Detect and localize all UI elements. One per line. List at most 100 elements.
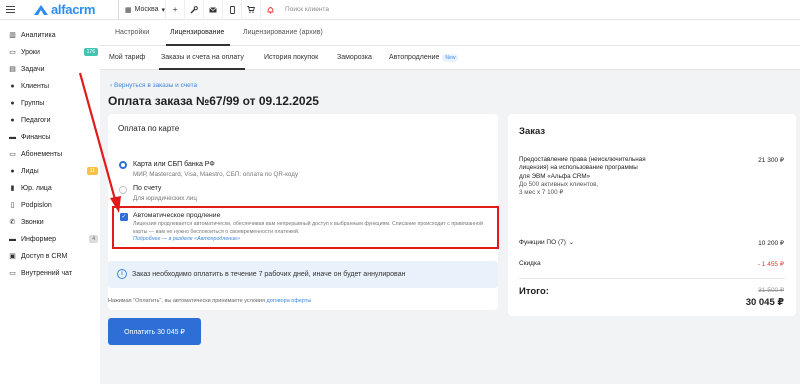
cart-icon[interactable] (241, 0, 260, 20)
sidebar-item-leads[interactable]: ● Лиды 11 (8, 164, 100, 178)
auto-renewal-description: Лицензия продлевается автоматически, обе… (133, 221, 483, 235)
new-badge: New (442, 54, 459, 62)
tab-orders-invoices[interactable]: Заказы и счета на оплату (161, 54, 244, 61)
menu-icon[interactable] (0, 5, 20, 14)
leads-icon: ● (10, 167, 15, 175)
oferta-text: Нажимая "Оплатить", вы автоматически при… (108, 298, 265, 304)
back-link[interactable]: ‹ Вернуться в заказы и счета (110, 82, 197, 89)
subscriptions-icon: ▭ (9, 151, 16, 158)
top-bar: alfacrm ▦ Москва ▾ + Поиск клиента (0, 0, 800, 20)
leads-count-badge: 11 (86, 167, 98, 175)
sidebar-item-label: Педагоги (21, 116, 51, 124)
sidebar-item-internal-chat[interactable]: ▭ Внутренний чат (8, 266, 100, 280)
invoice-option-subtitle: Для юридических лиц (133, 195, 197, 202)
sidebar-item-groups[interactable]: ● Группы (8, 96, 100, 110)
sidebar-item-informer[interactable]: ▬ Информер 4 (8, 232, 100, 246)
tab-my-plan[interactable]: Мой тариф (109, 54, 145, 61)
tab-licensing-archive[interactable]: Лицензирование (архив) (243, 29, 323, 36)
secondary-tabs: Мой тариф Заказы и счета на оплату Истор… (100, 46, 800, 70)
sidebar-item-label: Аналитика (21, 31, 56, 39)
page-title: Оплата заказа №67/99 от 09.12.2025 (108, 94, 319, 108)
wrench-icon[interactable] (184, 0, 203, 20)
logo-mark (34, 4, 48, 15)
back-link-label: Вернуться в заказы и счета (113, 82, 198, 89)
groups-icon: ● (10, 99, 15, 107)
order-item-detail: До 500 активных клиентов, (519, 180, 599, 188)
sidebar-item-lessons[interactable]: ▭ Уроки 176 (8, 45, 100, 59)
primary-tabs: Настройки Лицензирование Лицензирование … (100, 20, 800, 46)
chat-icon: ▭ (9, 270, 16, 277)
sidebar-item-label: Звонки (21, 218, 44, 226)
teachers-icon: ● (10, 116, 15, 124)
oferta-link[interactable]: договора оферты (267, 298, 312, 304)
active-subtab-underline (159, 68, 245, 70)
sidebar-item-label: Абонементы (21, 150, 63, 158)
sidebar-item-label: Группы (21, 99, 45, 107)
sidebar-item-label: Задачи (21, 65, 45, 73)
order-item-amount: 21 300 ₽ (758, 157, 784, 164)
sidebar-item-tasks[interactable]: ▤ Задачи (8, 62, 100, 76)
logo-text: alfacrm (51, 2, 96, 17)
search-input[interactable]: Поиск клиента (285, 6, 329, 13)
add-icon[interactable]: + (165, 0, 184, 20)
tab-settings[interactable]: Настройки (115, 29, 149, 36)
card-option-title: Карта или СБП банка РФ (133, 161, 215, 168)
phone-icon[interactable] (222, 0, 241, 20)
card-option-subtitle: МИР, Mastercard, Visa, Maestro, СБП: опл… (133, 171, 299, 178)
functions-label: Функции ПО (7) (519, 239, 566, 246)
sidebar-item-subscriptions[interactable]: ▭ Абонементы (8, 147, 100, 161)
sidebar-item-label: Уроки (21, 48, 40, 56)
city-selector[interactable]: ▦ Москва ▾ (118, 0, 165, 20)
legal-entities-icon: ▮ (10, 185, 15, 192)
sidebar-item-label: Лиды (21, 167, 39, 175)
auto-renewal-link[interactable]: Подробнее — в разделе «Автопродление» (133, 236, 240, 242)
tasks-icon: ▤ (9, 66, 16, 73)
discount-amount: - 1 455 ₽ (757, 261, 784, 268)
sidebar-item-podpislon[interactable]: ▯ Podpislon (8, 198, 100, 212)
card-payment-radio[interactable] (119, 161, 127, 169)
pay-button[interactable]: Оплатить 30 045 ₽ (108, 318, 201, 345)
finance-icon: ▬ (9, 133, 16, 141)
payment-header: Оплата по карте (118, 124, 180, 133)
info-notice: i Заказ необходимо оплатить в течение 7 … (108, 261, 498, 288)
podpislon-icon: ▯ (10, 202, 15, 209)
sidebar-item-finance[interactable]: ▬ Финансы (8, 130, 100, 144)
bell-icon[interactable] (260, 0, 279, 20)
info-icon: i (117, 269, 127, 279)
tab-freeze[interactable]: Заморозка (337, 54, 372, 61)
tab-licensing[interactable]: Лицензирование (170, 29, 224, 36)
oferta-note: Нажимая "Оплатить", вы автоматически при… (108, 298, 311, 304)
city-label: Москва (134, 6, 159, 13)
order-summary-card: Заказ Предоставление права (неисключител… (508, 114, 796, 316)
old-total: 31 500 ₽ (758, 287, 784, 294)
main-content: Настройки Лицензирование Лицензирование … (100, 20, 800, 384)
analytics-icon: ▥ (9, 32, 16, 39)
sidebar-item-label: Финансы (21, 133, 51, 141)
sidebar-item-calls[interactable]: ✆ Звонки (8, 215, 100, 229)
tab-purchase-history[interactable]: История покупок (264, 54, 318, 61)
building-icon: ▦ (125, 6, 132, 14)
total-amount: 30 045 ₽ (745, 297, 784, 308)
sidebar-item-clients[interactable]: ● Клиенты (8, 79, 100, 93)
order-item-title: Предоставление права (неисключительная л… (519, 156, 646, 180)
auto-renewal-checkbox[interactable]: ✓ (120, 213, 128, 221)
sidebar-item-label: Клиенты (21, 82, 50, 90)
informer-count-badge: 4 (89, 235, 98, 243)
sidebar-item-label: Podpislon (21, 201, 52, 209)
total-label: Итого: (519, 286, 549, 297)
info-notice-text: Заказ необходимо оплатить в течение 7 ра… (132, 271, 406, 278)
auto-renewal-box: ✓ Автоматическое продление Лицензия прод… (112, 206, 499, 249)
sidebar-item-teachers[interactable]: ● Педагоги (8, 113, 100, 127)
discount-label: Скидка (519, 260, 541, 267)
sidebar-item-crm-access[interactable]: ▣ Доступ в CRM (8, 249, 100, 263)
sidebar: ▥ Аналитика ▭ Уроки 176 ▤ Задачи ● Клиен… (0, 20, 100, 384)
sidebar-item-legal-entities[interactable]: ▮ Юр. лица (8, 181, 100, 195)
invoice-payment-radio[interactable] (119, 186, 127, 194)
sidebar-item-label: Доступ в CRM (21, 252, 68, 260)
logo[interactable]: alfacrm (34, 2, 114, 17)
tab-autorenewal[interactable]: Автопродление New (389, 54, 459, 62)
sidebar-item-analytics[interactable]: ▥ Аналитика (8, 28, 100, 42)
functions-toggle[interactable]: Функции ПО (7) ⌄ (519, 239, 574, 246)
lock-icon: ▣ (9, 253, 16, 260)
mail-icon[interactable] (203, 0, 222, 20)
